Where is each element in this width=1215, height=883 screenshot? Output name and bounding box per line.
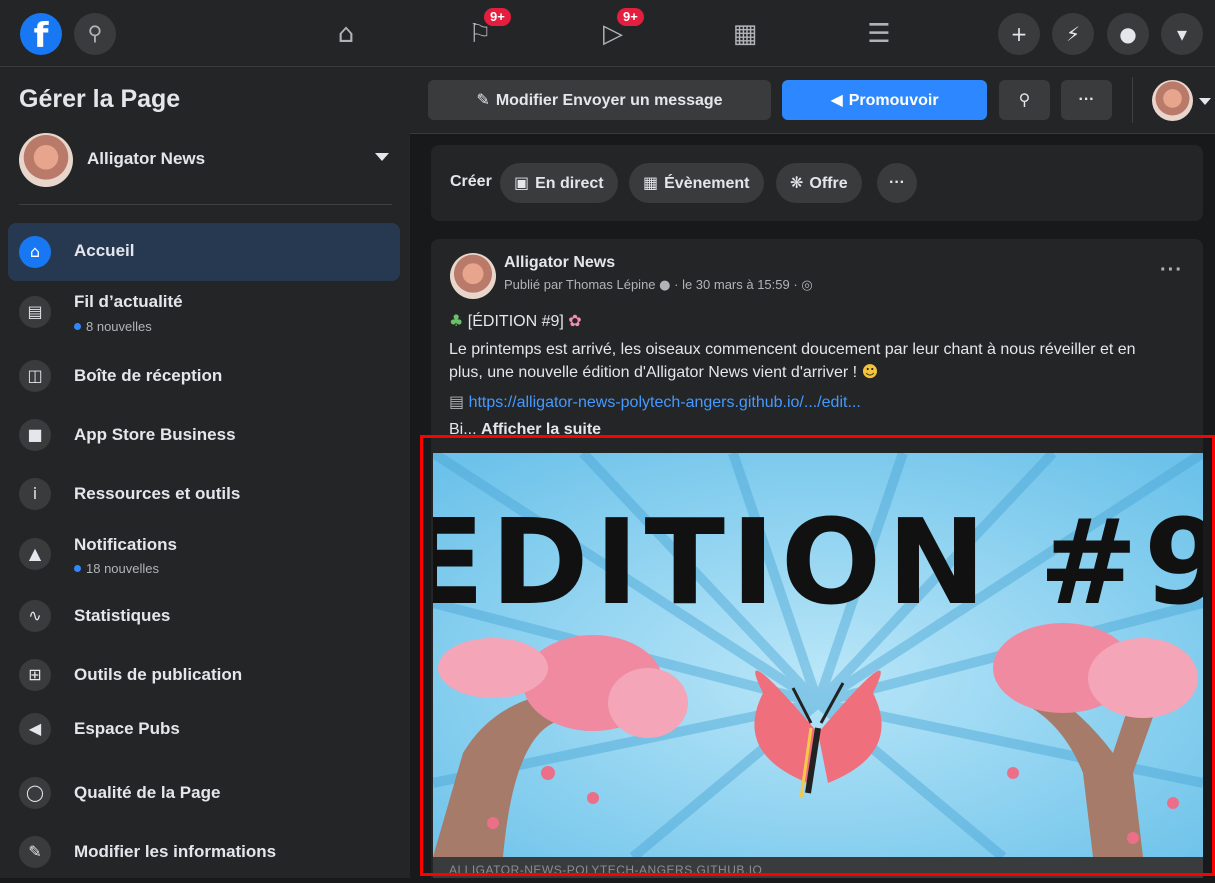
sidebar-item-publishing-tools[interactable]: ⊞ Outils de publication [8,646,400,704]
sidebar-item-edit-info[interactable]: ✎ Modifier les informations [8,823,400,881]
globe-icon: ◎ [801,278,813,293]
divider [1132,77,1133,123]
help-icon[interactable]: ● [659,278,670,293]
post-truncated-line: Bi... Afficher la suite [449,421,602,437]
megaphone-icon: ◀ [19,713,51,745]
pages-flag-icon[interactable]: ⚐ 9+ [450,8,511,54]
page-avatar[interactable] [1152,80,1193,121]
marketplace-icon[interactable]: ▦ [715,14,775,54]
publishing-tools-icon: ⊞ [19,659,51,691]
live-video-icon: ▣ [514,173,530,192]
post-link-image[interactable]: EDITION #9 [433,453,1203,857]
home-icon[interactable]: ⌂ [316,14,376,54]
blossom-icon: ✿ [568,311,582,330]
pencil-icon: ✎ [476,90,490,109]
link-domain-caption[interactable]: ALLIGATOR-NEWS-POLYTECH-ANGERS.GITHUB.IO [433,857,1203,878]
sidebar-item-inbox[interactable]: ◫ Boîte de réception [8,347,400,405]
bell-icon[interactable]: ● [1107,13,1149,55]
sidebar-item-label: Modifier les informations [74,842,277,861]
megaphone-icon: ◀ [830,90,843,109]
sidebar-item-app-store[interactable]: ■ App Store Business [8,406,400,464]
search-icon[interactable]: ⚲ [999,80,1050,120]
manage-page-sidebar: Gérer la Page Alligator News ⌂ Accueil ▤… [0,67,410,878]
offer-button[interactable]: ❋ Offre [776,163,862,203]
post-author-name[interactable]: Alligator News [504,254,615,272]
account-caret-icon[interactable]: ▾ [1161,13,1203,55]
offer-percent-icon: ❋ [790,173,804,192]
live-video-button[interactable]: ▣ En direct [500,163,618,203]
pencil-icon: ✎ [19,836,51,868]
create-plus-icon[interactable]: + [998,13,1040,55]
top-navigation-bar: f ⚲ ⌂ ⚐ 9+ ▷ 9+ ▦ ☰ + ⚡ ● ▾ [0,0,1215,67]
post-title-line: ♣ [ÉDITION #9] ✿ [449,311,582,330]
sidebar-item-label: Boîte de réception [74,366,223,385]
page-action-bar: ✎ Modifier Envoyer un message ◀ Promouvoir… [410,67,1215,134]
image-title-text: EDITION #9 [433,493,1203,631]
sidebar-item-accueil[interactable]: ⌂ Accueil [8,223,400,281]
post-meta: Publié par Thomas Lépine ● · le 30 mars … [504,277,813,293]
create-label: Créer [450,173,492,190]
edit-send-message-button[interactable]: ✎ Modifier Envoyer un message [428,80,771,120]
sidebar-item-label: Notifications [74,535,177,554]
calendar-icon: ▦ [643,173,659,192]
watch-icon[interactable]: ▷ 9+ [583,8,644,54]
bell-icon: ▲ [19,538,51,570]
page-name: Alligator News [87,149,206,168]
notification-badge: 9+ [484,8,511,26]
sidebar-item-label: App Store Business [74,425,236,444]
info-icon: i [19,478,51,510]
post-body-line: Le printemps est arrivé, les oiseaux com… [449,341,1136,358]
post-link-line: ▤ https://alligator-news-polytech-angers… [449,392,861,412]
chart-icon: ∿ [19,600,51,632]
post-body-line: plus, une nouvelle édition d'Alligator N… [449,362,879,381]
post-timestamp[interactable]: le 30 mars à 15:59 [682,277,790,292]
sidebar-item-label: Outils de publication [74,665,243,684]
edition-9-illustration: EDITION #9 [433,453,1203,857]
more-options-button[interactable]: ··· [1061,80,1112,120]
more-create-options-button[interactable]: ··· [877,163,917,203]
post-link[interactable]: https://alligator-news-polytech-angers.g… [469,394,861,411]
sidebar-item-fil-actualite[interactable]: ▤ Fil d’actualité 8 nouvelles [8,283,400,341]
sidebar-item-label: Accueil [74,241,135,260]
event-button[interactable]: ▦ Évènement [629,163,764,203]
sidebar-item-ads[interactable]: ◀ Espace Pubs [8,700,400,758]
sidebar-item-label: Ressources et outils [74,484,241,503]
sidebar-item-label: Statistiques [74,606,171,625]
divider [19,204,392,205]
inbox-icon: ◫ [19,360,51,392]
grin-emoji-icon: ☻ [861,362,879,381]
seedling-icon: ♣ [449,311,464,330]
sidebar-item-label: Espace Pubs [74,719,180,738]
sidebar-item-resources[interactable]: i Ressources et outils [8,465,400,523]
caret-down-icon [375,153,389,161]
unread-dot [74,323,81,330]
sidebar-item-label: Fil d’actualité [74,292,183,311]
page-switcher[interactable]: Alligator News [19,129,399,191]
sidebar-title: Gérer la Page [19,85,181,113]
notification-badge: 9+ [617,8,644,26]
messenger-icon[interactable]: ⚡ [1052,13,1094,55]
facebook-logo-icon[interactable]: f [20,13,62,56]
news-feed-icon: ▤ [19,296,51,328]
sidebar-item-notifications[interactable]: ▲ Notifications 18 nouvelles [8,525,400,583]
caret-down-icon[interactable] [1199,98,1211,105]
sidebar-item-sub: 8 nouvelles [74,319,152,334]
see-more-link[interactable]: Afficher la suite [481,421,601,437]
page-avatar [19,133,73,187]
create-post-box: Créer ▣ En direct ▦ Évènement ❋ Offre ··· [431,145,1203,221]
sidebar-item-statistiques[interactable]: ∿ Statistiques [8,587,400,645]
home-icon: ⌂ [19,236,51,268]
shield-icon: ◯ [19,777,51,809]
cube-icon: ■ [19,419,51,451]
promote-button[interactable]: ◀ Promouvoir [782,80,987,120]
post-more-options-button[interactable]: ··· [1160,259,1183,282]
sidebar-item-label: Qualité de la Page [74,783,221,802]
menu-icon[interactable]: ☰ [849,14,909,54]
post-author-avatar[interactable] [450,253,496,299]
unread-dot [74,565,81,572]
search-icon[interactable]: ⚲ [74,13,116,55]
newspaper-icon: ▤ [449,392,465,411]
sidebar-item-page-quality[interactable]: ◯ Qualité de la Page [8,764,400,822]
sidebar-item-sub: 18 nouvelles [74,561,159,576]
